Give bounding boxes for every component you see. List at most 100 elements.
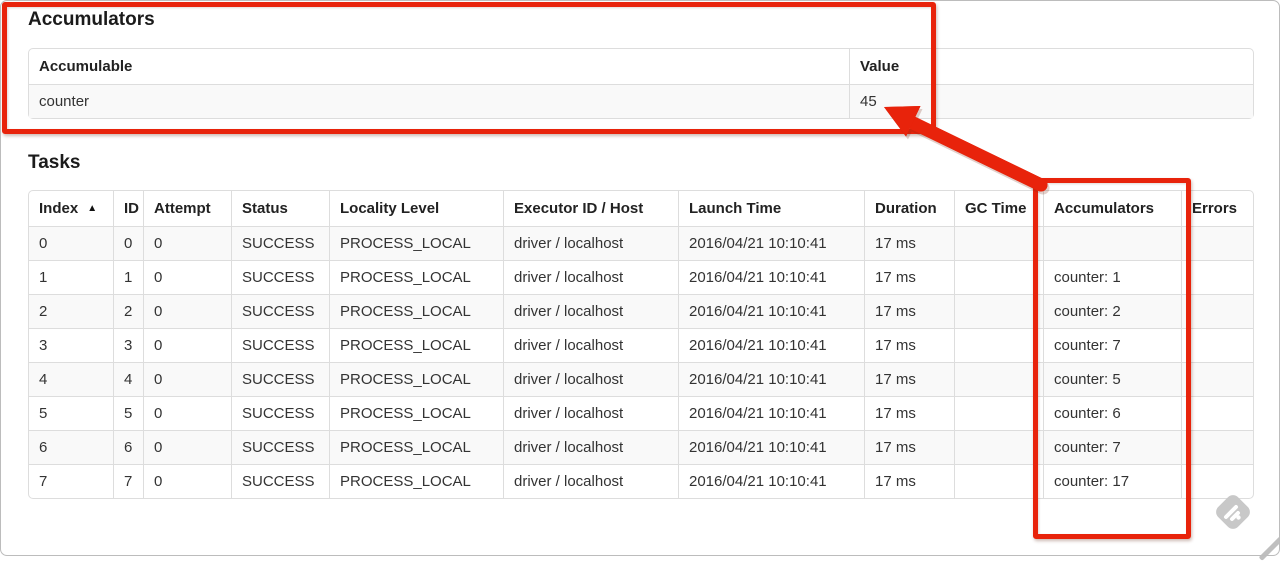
tasks-column-header-id[interactable]: ID — [113, 191, 143, 226]
task-errors-cell — [1181, 362, 1253, 396]
tasks-table-body: 0 0 0 SUCCESS PROCESS_LOCAL driver / localhos… — [29, 226, 1253, 498]
task-status-cell: SUCCESS — [231, 396, 329, 430]
task-accumulators-cell: counter: 5 — [1043, 362, 1181, 396]
tasks-column-header-locality-level[interactable]: Locality Level — [329, 191, 503, 226]
task-row: 1 1 0 SUCCESS PROCESS_LOCAL driver / localhos… — [29, 260, 1253, 294]
task-locality-level-cell: PROCESS_LOCAL — [329, 226, 503, 260]
task-attempt-cell: 0 — [143, 260, 231, 294]
task-launch-time-cell: 2016/04/21 10:10:41 — [678, 430, 864, 464]
task-attempt-cell: 0 — [143, 226, 231, 260]
task-executor-id-host-cell: driver / localhost — [503, 226, 678, 260]
column-header-label: Executor ID / Host — [514, 200, 644, 217]
task-id-cell: 4 — [113, 362, 143, 396]
column-header-label: Launch Time — [689, 200, 782, 217]
task-gc-time-cell — [954, 294, 1043, 328]
task-attempt-cell: 0 — [143, 430, 231, 464]
tasks-table: Index ▲ ID Attempt Status Locality Level Execu… — [28, 190, 1254, 499]
task-row: 3 3 0 SUCCESS PROCESS_LOCAL driver / localhos… — [29, 328, 1253, 362]
task-accumulators-cell: counter: 1 — [1043, 260, 1181, 294]
tasks-column-header-executor-id-host[interactable]: Executor ID / Host — [503, 191, 678, 226]
task-id-cell: 1 — [113, 260, 143, 294]
accumulator-row: counter 45 — [29, 84, 1253, 118]
task-attempt-cell: 0 — [143, 396, 231, 430]
task-launch-time-cell: 2016/04/21 10:10:41 — [678, 328, 864, 362]
task-locality-level-cell: PROCESS_LOCAL — [329, 396, 503, 430]
task-status-cell: SUCCESS — [231, 328, 329, 362]
task-accumulators-cell: counter: 7 — [1043, 328, 1181, 362]
task-executor-id-host-cell: driver / localhost — [503, 430, 678, 464]
task-executor-id-host-cell: driver / localhost — [503, 328, 678, 362]
tasks-column-header-index[interactable]: Index ▲ — [29, 191, 113, 226]
column-header-label: Duration — [875, 200, 937, 217]
tasks-column-header-duration[interactable]: Duration — [864, 191, 954, 226]
accumulator-value-cell: 45 — [849, 84, 1253, 118]
task-row: 7 7 0 SUCCESS PROCESS_LOCAL driver / localhos… — [29, 464, 1253, 498]
accumulators-section-heading: Accumulators — [28, 9, 155, 30]
column-header-label: Index — [39, 200, 79, 217]
tasks-column-header-launch-time[interactable]: Launch Time — [678, 191, 864, 226]
accumulators-table-body: counter 45 — [29, 84, 1253, 118]
task-launch-time-cell: 2016/04/21 10:10:41 — [678, 260, 864, 294]
task-duration-cell: 17 ms — [864, 260, 954, 294]
task-status-cell: SUCCESS — [231, 294, 329, 328]
task-duration-cell: 17 ms — [864, 396, 954, 430]
task-attempt-cell: 0 — [143, 362, 231, 396]
corner-watermark-fragment — [1258, 536, 1280, 561]
column-header-label: Attempt — [154, 200, 211, 217]
task-gc-time-cell — [954, 260, 1043, 294]
task-executor-id-host-cell: driver / localhost — [503, 396, 678, 430]
tasks-column-header-attempt[interactable]: Attempt — [143, 191, 231, 226]
task-errors-cell — [1181, 396, 1253, 430]
task-errors-cell — [1181, 226, 1253, 260]
task-id-cell: 3 — [113, 328, 143, 362]
task-attempt-cell: 0 — [143, 294, 231, 328]
task-errors-cell — [1181, 430, 1253, 464]
task-accumulators-cell: counter: 17 — [1043, 464, 1181, 498]
task-status-cell: SUCCESS — [231, 430, 329, 464]
task-duration-cell: 17 ms — [864, 464, 954, 498]
task-id-cell: 6 — [113, 430, 143, 464]
task-locality-level-cell: PROCESS_LOCAL — [329, 464, 503, 498]
feedly-watermark-icon — [1211, 490, 1255, 534]
task-id-cell: 0 — [113, 226, 143, 260]
tasks-header-row: Index ▲ ID Attempt Status Locality Level Execu… — [29, 191, 1253, 226]
tasks-column-header-gc-time[interactable]: GC Time — [954, 191, 1043, 226]
task-launch-time-cell: 2016/04/21 10:10:41 — [678, 362, 864, 396]
task-row: 0 0 0 SUCCESS PROCESS_LOCAL driver / localhos… — [29, 226, 1253, 260]
task-index-cell: 2 — [29, 294, 113, 328]
task-executor-id-host-cell: driver / localhost — [503, 362, 678, 396]
task-id-cell: 2 — [113, 294, 143, 328]
task-id-cell: 7 — [113, 464, 143, 498]
task-executor-id-host-cell: driver / localhost — [503, 294, 678, 328]
task-index-cell: 4 — [29, 362, 113, 396]
task-launch-time-cell: 2016/04/21 10:10:41 — [678, 294, 864, 328]
task-executor-id-host-cell: driver / localhost — [503, 260, 678, 294]
tasks-column-header-errors[interactable]: Errors — [1181, 191, 1253, 226]
task-gc-time-cell — [954, 396, 1043, 430]
task-gc-time-cell — [954, 464, 1043, 498]
task-duration-cell: 17 ms — [864, 226, 954, 260]
task-gc-time-cell — [954, 328, 1043, 362]
accumulators-table: Accumulable Value counter 45 — [28, 48, 1254, 119]
task-launch-time-cell: 2016/04/21 10:10:41 — [678, 226, 864, 260]
task-gc-time-cell — [954, 430, 1043, 464]
task-attempt-cell: 0 — [143, 464, 231, 498]
task-attempt-cell: 0 — [143, 328, 231, 362]
task-accumulators-cell: counter: 7 — [1043, 430, 1181, 464]
accumulable-column-header: Accumulable — [39, 58, 133, 75]
task-status-cell: SUCCESS — [231, 464, 329, 498]
task-accumulators-cell: counter: 2 — [1043, 294, 1181, 328]
task-errors-cell — [1181, 328, 1253, 362]
task-status-cell: SUCCESS — [231, 362, 329, 396]
task-index-cell: 6 — [29, 430, 113, 464]
column-header-label: ID — [124, 200, 139, 217]
task-launch-time-cell: 2016/04/21 10:10:41 — [678, 464, 864, 498]
tasks-column-header-accumulators[interactable]: Accumulators — [1043, 191, 1181, 226]
tasks-column-header-status[interactable]: Status — [231, 191, 329, 226]
task-errors-cell — [1181, 260, 1253, 294]
task-gc-time-cell — [954, 226, 1043, 260]
task-duration-cell: 17 ms — [864, 430, 954, 464]
task-locality-level-cell: PROCESS_LOCAL — [329, 294, 503, 328]
column-header-label: Locality Level — [340, 200, 440, 217]
task-id-cell: 5 — [113, 396, 143, 430]
